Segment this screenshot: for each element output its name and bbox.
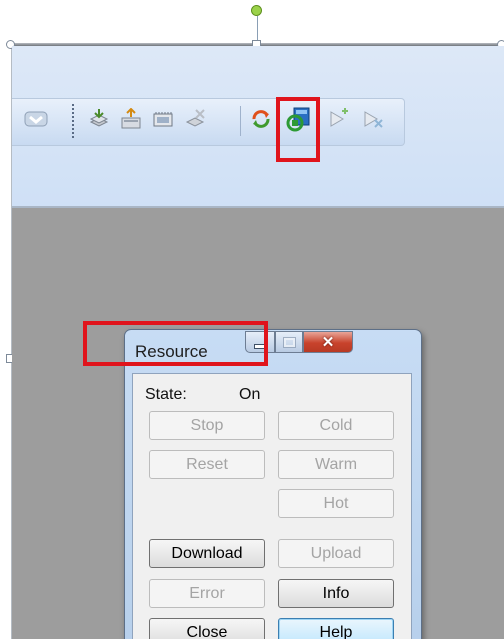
highlight-box-toolbar (276, 97, 320, 162)
maximize-icon (282, 336, 296, 348)
maximize-button (275, 331, 303, 353)
error-button[interactable]: Error (149, 579, 265, 608)
warm-button[interactable]: Warm (278, 450, 394, 479)
cold-button[interactable]: Cold (278, 411, 394, 440)
upload-button[interactable]: Upload (278, 539, 394, 568)
refresh-icon[interactable] (250, 108, 272, 130)
reset-button[interactable]: Reset (149, 450, 265, 479)
state-value: On (239, 386, 261, 403)
toolbar-grip[interactable] (72, 104, 76, 138)
info-button[interactable]: Info (278, 579, 394, 608)
chevron-down-icon[interactable] (24, 110, 48, 128)
download-button[interactable]: Download (149, 539, 265, 568)
close-window-button[interactable]: ✕ (303, 331, 353, 353)
dialog-body: State: On Stop Cold Reset Warm Hot Downl… (132, 373, 412, 639)
play-icon[interactable] (328, 108, 350, 130)
upload-icon[interactable] (120, 108, 142, 130)
close-button[interactable]: Close (149, 618, 265, 639)
delete-icon[interactable] (184, 108, 206, 130)
resource-dialog: Resource ✕ State: On Stop Cold Reset War… (124, 329, 422, 639)
toolbar-separator (240, 106, 241, 136)
highlight-box-state (83, 321, 268, 366)
toolbar-area (12, 46, 504, 208)
memory-icon[interactable] (152, 108, 174, 130)
stop-icon[interactable] (362, 108, 384, 130)
close-icon: ✕ (321, 334, 335, 351)
hot-button[interactable]: Hot (278, 489, 394, 518)
captured-window: Resource ✕ State: On Stop Cold Reset War… (12, 46, 504, 639)
rotate-handle[interactable] (251, 5, 262, 16)
state-label: State: (145, 386, 187, 403)
load-icon[interactable] (88, 108, 110, 130)
help-button[interactable]: Help (278, 618, 394, 639)
stop-button[interactable]: Stop (149, 411, 265, 440)
